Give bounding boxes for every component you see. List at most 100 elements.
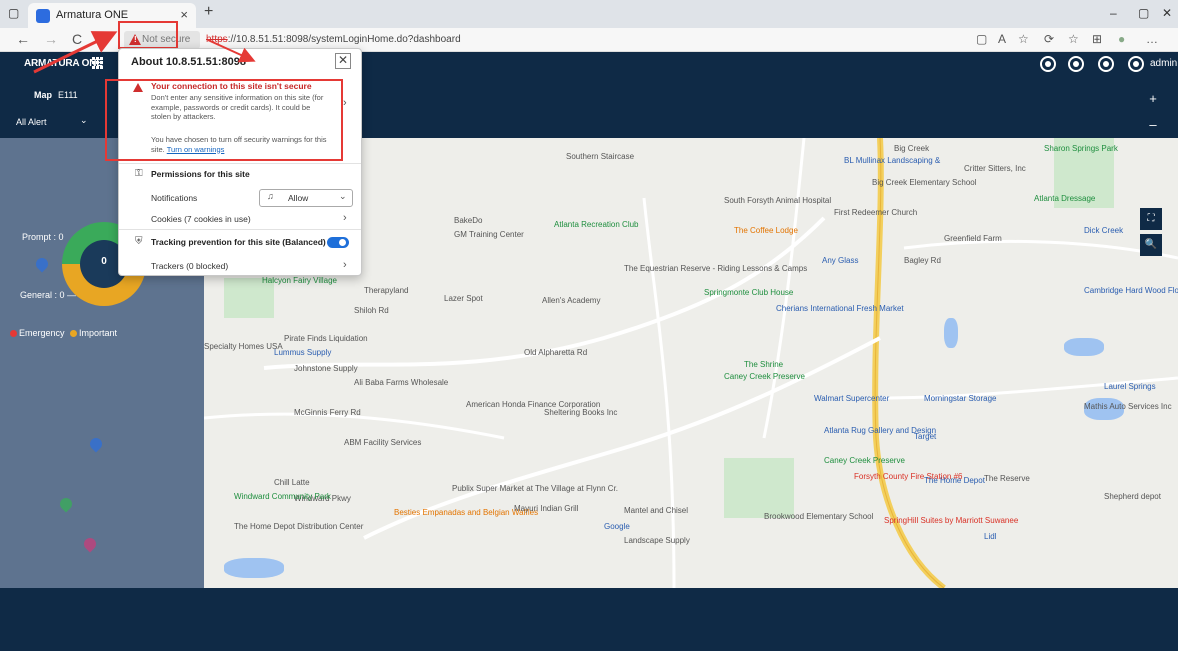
app-grid-icon[interactable]: [92, 57, 104, 69]
map-place-label[interactable]: BakeDo: [454, 216, 482, 225]
alert-filter-select[interactable]: All Alert: [16, 117, 47, 127]
map-place-label[interactable]: Mayuri Indian Grill: [514, 504, 578, 513]
fullscreen-button[interactable]: ⛶: [1140, 208, 1162, 230]
more-icon[interactable]: …: [1146, 32, 1158, 46]
map-place-label[interactable]: Dick Creek: [1084, 226, 1123, 235]
turn-on-warnings-link[interactable]: Turn on warnings: [167, 145, 225, 154]
map-place-label[interactable]: Lummus Supply: [274, 348, 331, 357]
map-place-label[interactable]: Landscape Supply: [624, 536, 690, 545]
map-place-label[interactable]: The Reserve: [984, 474, 1030, 483]
map-place-label[interactable]: BL Mullinax Landscaping &: [844, 156, 940, 165]
connection-warning-title[interactable]: Your connection to this site isn't secur…: [151, 81, 312, 91]
settings-icon[interactable]: [1040, 56, 1056, 72]
map-place-label[interactable]: McGinnis Ferry Rd: [294, 408, 361, 417]
map-select[interactable]: E111: [58, 90, 78, 100]
map-place-label[interactable]: GM Training Center: [454, 230, 524, 239]
map-place-label[interactable]: Lazer Spot: [444, 294, 483, 303]
map-place-label[interactable]: Laurel Springs: [1104, 382, 1156, 391]
map-place-label[interactable]: South Forsyth Animal Hospital: [724, 196, 831, 205]
map-place-label[interactable]: Target: [914, 432, 936, 441]
map-search-button[interactable]: 🔍: [1140, 234, 1162, 256]
zoom-in-button[interactable]: +: [1140, 88, 1166, 110]
map-place-label[interactable]: Mathis Auto Services Inc: [1084, 402, 1172, 411]
map-place-label[interactable]: Cherians International Fresh Market: [776, 304, 904, 313]
chevron-down-icon[interactable]: ⌄: [80, 115, 88, 126]
tab-actions-icon[interactable]: ▢: [8, 6, 19, 20]
map-place-label[interactable]: Critter Sitters, Inc: [964, 164, 1026, 173]
collections-icon[interactable]: ⊞: [1092, 32, 1102, 46]
map-place-label[interactable]: Ali Baba Farms Wholesale: [354, 378, 448, 387]
map-place-label[interactable]: Pirate Finds Liquidation: [284, 334, 368, 343]
map-place-label[interactable]: SpringHill Suites by Marriott Suwanee: [884, 516, 1018, 525]
map-place-label[interactable]: Atlanta Recreation Club: [554, 220, 639, 229]
chevron-right-icon[interactable]: ›: [343, 97, 347, 109]
map-place-label[interactable]: Sharon Springs Park: [1044, 144, 1118, 153]
map-place-label[interactable]: Brookwood Elementary School: [764, 512, 873, 521]
read-aloud-icon[interactable]: A: [998, 32, 1006, 46]
chevron-right-icon[interactable]: ›: [343, 259, 347, 271]
map-place-label[interactable]: The Home Depot Distribution Center: [234, 522, 363, 531]
map-place-label[interactable]: Sheltering Books Inc: [544, 408, 617, 417]
refresh-icon[interactable]: C: [72, 31, 82, 47]
popup-close-button[interactable]: ✕: [335, 53, 351, 69]
trackers-row[interactable]: Trackers (0 blocked): [151, 261, 228, 271]
map-place-label[interactable]: Shiloh Rd: [354, 306, 389, 315]
map-place-label[interactable]: Southern Staircase: [566, 152, 634, 161]
window-close-button[interactable]: ✕: [1162, 6, 1172, 20]
map-place-label[interactable]: Springmonte Club House: [704, 288, 793, 297]
admin-label[interactable]: admin: [1150, 58, 1177, 69]
tab-close-icon[interactable]: ×: [180, 7, 188, 22]
map-place-label[interactable]: Windward Community Park: [234, 492, 331, 501]
map-place-label[interactable]: Walmart Supercenter: [814, 394, 889, 403]
map-place-label[interactable]: Any Glass: [822, 256, 858, 265]
forward-icon[interactable]: →: [44, 31, 58, 47]
map-place-label[interactable]: The Home Depot: [924, 476, 985, 485]
map-place-label[interactable]: Specialty Homes USA: [204, 342, 283, 351]
map-place-label[interactable]: Big Creek: [894, 144, 929, 153]
tracking-prevention-toggle[interactable]: [327, 237, 349, 248]
map-place-label[interactable]: Old Alpharetta Rd: [524, 348, 587, 357]
map-place-label[interactable]: Halcyon Fairy Village: [262, 276, 337, 285]
url-field[interactable]: https://10.8.51.51:8098/systemLoginHome.…: [206, 34, 461, 45]
favorite-icon[interactable]: ☆: [1018, 32, 1029, 46]
chevron-right-icon[interactable]: ›: [343, 212, 347, 224]
favorites-bar-icon[interactable]: ☆: [1068, 32, 1079, 46]
user-icon[interactable]: [1128, 56, 1144, 72]
map-place-label[interactable]: Therapyland: [364, 286, 408, 295]
window-minimize-button[interactable]: –: [1110, 6, 1117, 20]
alarm-icon[interactable]: [1068, 56, 1084, 72]
map-place-label[interactable]: The Shrine: [744, 360, 783, 369]
map-place-label[interactable]: First Redeemer Church: [834, 208, 917, 217]
map-place-label[interactable]: Morningstar Storage: [924, 394, 996, 403]
profile-icon[interactable]: ●: [1118, 32, 1125, 46]
map-place-label[interactable]: Shepherd depot: [1104, 492, 1161, 501]
map-place-label[interactable]: Chill Latte: [274, 478, 310, 487]
map-place-label[interactable]: Mantel and Chisel: [624, 506, 688, 515]
cookies-row[interactable]: Cookies (7 cookies in use): [151, 214, 251, 224]
map-place-label[interactable]: Caney Creek Preserve: [724, 372, 805, 381]
map-place-label[interactable]: Greenfield Farm: [944, 234, 1002, 243]
back-icon[interactable]: ←: [16, 31, 30, 47]
map-place-label[interactable]: Lidl: [984, 532, 996, 541]
app-available-icon[interactable]: ▢: [976, 32, 987, 46]
home-icon[interactable]: ⌂: [98, 31, 106, 47]
map-place-label[interactable]: Cambridge Hard Wood Floors: [1084, 286, 1178, 295]
map-place-label[interactable]: Bagley Rd: [904, 256, 941, 265]
window-maximize-button[interactable]: ▢: [1138, 6, 1149, 20]
map-place-label[interactable]: Johnstone Supply: [294, 364, 358, 373]
zoom-out-button[interactable]: –: [1140, 114, 1166, 136]
map-place-label[interactable]: Google: [604, 522, 630, 531]
map-place-label[interactable]: Atlanta Dressage: [1034, 194, 1095, 203]
new-tab-button[interactable]: +: [204, 3, 213, 21]
map-place-label[interactable]: Publix Super Market at The Village at Fl…: [452, 484, 618, 493]
reload-extension-icon[interactable]: ⟳: [1044, 32, 1054, 46]
map-place-label[interactable]: Allen's Academy: [542, 296, 600, 305]
map-place-label[interactable]: Caney Creek Preserve: [824, 456, 905, 465]
notification-icon[interactable]: [1098, 56, 1114, 72]
url-text: ://10.8.51.51:8098/systemLoginHome.do?da…: [227, 34, 461, 45]
map-place-label[interactable]: ABM Facility Services: [344, 438, 421, 447]
map-place-label[interactable]: The Equestrian Reserve - Riding Lessons …: [624, 264, 807, 273]
map-place-label[interactable]: Big Creek Elementary School: [872, 178, 977, 187]
map-place-label[interactable]: The Coffee Lodge: [734, 226, 798, 235]
site-info-popup: About 10.8.51.51:8098 ✕ Your connection …: [105, 48, 362, 276]
